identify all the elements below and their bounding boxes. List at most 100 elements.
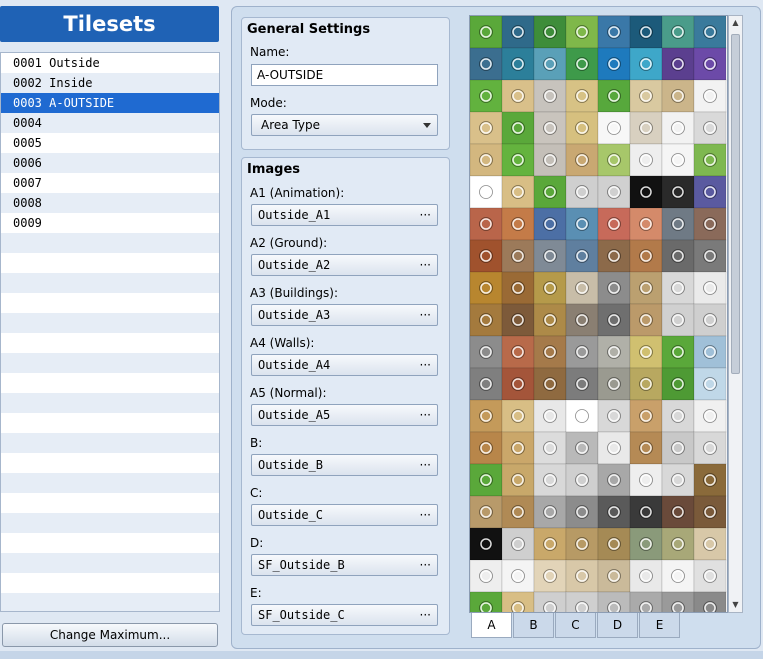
tile[interactable]: [501, 559, 535, 593]
tile[interactable]: [533, 111, 567, 145]
tileset-list-item[interactable]: 0004: [1, 113, 219, 133]
tile[interactable]: [597, 79, 631, 113]
tile[interactable]: [533, 207, 567, 241]
tile[interactable]: [470, 335, 503, 369]
image-file-button[interactable]: Outside_A3 ···: [251, 304, 438, 326]
tile[interactable]: [661, 16, 695, 49]
tile[interactable]: [629, 239, 663, 273]
image-file-button[interactable]: SF_Outside_B ···: [251, 554, 438, 576]
tile[interactable]: [661, 463, 695, 497]
tile[interactable]: [629, 367, 663, 401]
tileset-list-empty-row[interactable]: [1, 393, 219, 413]
tile[interactable]: [470, 143, 503, 177]
tile[interactable]: [470, 239, 503, 273]
tile[interactable]: [501, 79, 535, 113]
tile[interactable]: [501, 527, 535, 561]
tile[interactable]: [565, 79, 599, 113]
tile[interactable]: [470, 495, 503, 529]
tile[interactable]: [501, 495, 535, 529]
tile[interactable]: [693, 239, 727, 273]
tile[interactable]: [533, 431, 567, 465]
tileset-list-empty-row[interactable]: [1, 293, 219, 313]
tile[interactable]: [470, 303, 503, 337]
tile[interactable]: [629, 271, 663, 305]
tile[interactable]: [470, 175, 503, 209]
tile[interactable]: [693, 399, 727, 433]
tileset-list-empty-row[interactable]: [1, 453, 219, 473]
image-file-button[interactable]: Outside_A1 ···: [251, 204, 438, 226]
tile[interactable]: [470, 367, 503, 401]
tile[interactable]: [565, 239, 599, 273]
tileset-list[interactable]: 0001 Outside 0002 Inside 0003 A-OUTSIDE 000…: [0, 52, 220, 612]
tile[interactable]: [629, 495, 663, 529]
tile[interactable]: [597, 495, 631, 529]
tile[interactable]: [501, 239, 535, 273]
tile[interactable]: [470, 207, 503, 241]
tile[interactable]: [597, 47, 631, 81]
tile[interactable]: [470, 271, 503, 305]
tile[interactable]: [501, 463, 535, 497]
tile[interactable]: [629, 335, 663, 369]
tile[interactable]: [597, 559, 631, 593]
tile-palette[interactable]: [469, 15, 728, 613]
tileset-list-item[interactable]: 0001 Outside: [1, 53, 219, 73]
tileset-list-empty-row[interactable]: [1, 413, 219, 433]
tile[interactable]: [597, 111, 631, 145]
tileset-list-item[interactable]: 0003 A-OUTSIDE: [1, 93, 219, 113]
tile[interactable]: [661, 431, 695, 465]
tile[interactable]: [565, 431, 599, 465]
tile[interactable]: [533, 47, 567, 81]
tile[interactable]: [629, 527, 663, 561]
tile[interactable]: [501, 16, 535, 49]
tile[interactable]: [693, 79, 727, 113]
tile[interactable]: [693, 111, 727, 145]
palette-tab-e[interactable]: E: [639, 613, 680, 638]
tile[interactable]: [533, 175, 567, 209]
mode-select[interactable]: Area Type: [251, 114, 438, 136]
tileset-list-empty-row[interactable]: [1, 233, 219, 253]
tileset-list-item[interactable]: 0002 Inside: [1, 73, 219, 93]
tile[interactable]: [501, 431, 535, 465]
tile[interactable]: [661, 367, 695, 401]
tile[interactable]: [661, 143, 695, 177]
tileset-list-item[interactable]: 0009: [1, 213, 219, 233]
tile[interactable]: [597, 527, 631, 561]
tile[interactable]: [533, 335, 567, 369]
palette-tab-c[interactable]: C: [555, 613, 596, 638]
tile[interactable]: [533, 271, 567, 305]
tile[interactable]: [565, 527, 599, 561]
tile[interactable]: [693, 495, 727, 529]
tile[interactable]: [597, 591, 631, 612]
tile[interactable]: [597, 399, 631, 433]
tile[interactable]: [693, 591, 727, 612]
tile[interactable]: [629, 143, 663, 177]
tile[interactable]: [597, 239, 631, 273]
tile[interactable]: [597, 143, 631, 177]
tile[interactable]: [565, 271, 599, 305]
tile[interactable]: [565, 495, 599, 529]
palette-tab-b[interactable]: B: [513, 613, 554, 638]
tile[interactable]: [533, 527, 567, 561]
tile[interactable]: [661, 559, 695, 593]
tile[interactable]: [565, 143, 599, 177]
name-field[interactable]: A-OUTSIDE: [251, 64, 438, 86]
tile[interactable]: [470, 527, 503, 561]
tile[interactable]: [597, 175, 631, 209]
tile[interactable]: [693, 303, 727, 337]
tile[interactable]: [565, 335, 599, 369]
tileset-list-empty-row[interactable]: [1, 493, 219, 513]
tile[interactable]: [693, 527, 727, 561]
tile[interactable]: [629, 47, 663, 81]
image-file-button[interactable]: Outside_A4 ···: [251, 354, 438, 376]
tileset-list-item[interactable]: 0008: [1, 193, 219, 213]
tile[interactable]: [565, 303, 599, 337]
tile[interactable]: [597, 303, 631, 337]
tile[interactable]: [533, 79, 567, 113]
tileset-list-empty-row[interactable]: [1, 333, 219, 353]
tile[interactable]: [661, 591, 695, 612]
tile[interactable]: [501, 399, 535, 433]
tile[interactable]: [693, 559, 727, 593]
tile[interactable]: [661, 399, 695, 433]
tile[interactable]: [470, 591, 503, 612]
palette-tab-a[interactable]: A: [471, 613, 512, 638]
